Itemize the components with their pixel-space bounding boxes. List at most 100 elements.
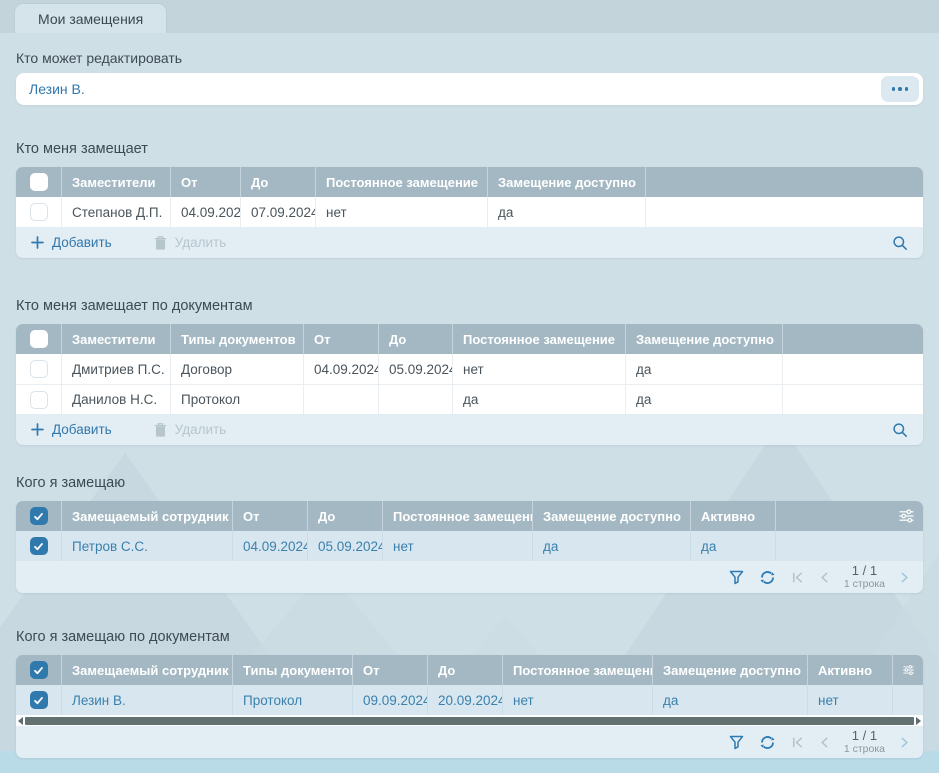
table-cell: 04.09.2024 (170, 197, 240, 227)
column-header[interactable]: Замещение доступно (652, 655, 807, 685)
table-row[interactable]: Данилов Н.С.Протоколдада (16, 384, 923, 414)
column-header[interactable]: Замещаемый сотрудник (61, 655, 232, 685)
column-header[interactable]: Постоянное замещение (452, 324, 625, 354)
column-header[interactable]: Заместители (61, 324, 170, 354)
table-cell: да (625, 354, 782, 384)
filter-button[interactable] (729, 735, 744, 750)
column-header[interactable]: Активно (807, 655, 892, 685)
table-header: Замещаемый сотрудникОт До Постоянное замещ… (16, 501, 923, 531)
search-button[interactable] (892, 235, 908, 251)
row-checkbox[interactable] (30, 360, 48, 378)
scroll-left-icon[interactable] (18, 717, 23, 725)
page-indicator: 1 / 1 (844, 564, 885, 577)
column-header[interactable]: Заместители (61, 167, 170, 197)
table-cell: Договор (170, 354, 303, 384)
table-cell: 20.09.2024 (427, 685, 502, 715)
column-header[interactable]: От (170, 167, 240, 197)
filter-icon (729, 735, 744, 750)
first-page-button[interactable] (791, 571, 804, 584)
next-page-button[interactable] (900, 736, 910, 749)
refresh-button[interactable] (759, 569, 776, 586)
column-settings-icon[interactable] (899, 509, 914, 523)
row-filler-cell (782, 385, 923, 414)
select-all-checkbox[interactable] (30, 173, 48, 191)
scrollbar-thumb[interactable] (25, 717, 914, 725)
table-row[interactable]: Степанов Д.П.04.09.202407.09.2024нетда (16, 197, 923, 227)
prev-page-icon (819, 736, 829, 749)
table-cell: да (452, 385, 625, 414)
table-footer: 1 / 1 1 строка (16, 561, 923, 593)
column-header-label: Заместители (72, 175, 155, 190)
table-footer: Добавить Удалить (16, 414, 923, 445)
table-header: ЗаместителиТипы документовОтДоПостоянное… (16, 324, 923, 354)
table-header: Замещаемый сотрудник Типы документовОтДоП… (16, 655, 923, 685)
checkmark-icon (33, 541, 44, 552)
table-row[interactable]: Петров С.С.04.09.202405.09.2024нетдада (16, 531, 923, 561)
column-header[interactable]: От (352, 655, 427, 685)
column-header[interactable]: Типы документов (232, 655, 352, 685)
row-checkbox-cell (16, 385, 61, 414)
column-header[interactable]: Замещение доступно (625, 324, 782, 354)
column-header[interactable]: Замещение доступно (487, 167, 645, 197)
header-filler-cell (782, 324, 923, 354)
select-all-checkbox-cell (16, 655, 61, 685)
first-page-button[interactable] (791, 736, 804, 749)
table-cell: Дмитриев П.С. (61, 354, 170, 384)
delete-button[interactable]: Удалить (154, 422, 227, 437)
table-row[interactable]: Лезин В.Протокол09.09.202420.09.2024нетд… (16, 685, 923, 715)
checkmark-icon (33, 511, 44, 522)
column-header[interactable]: Постоянное замещение (382, 501, 532, 531)
column-header[interactable]: Активно (690, 501, 775, 531)
row-checkbox[interactable] (30, 691, 48, 709)
table-cell: нет (315, 197, 487, 227)
column-header[interactable]: До (240, 167, 315, 197)
ellipsis-button[interactable] (881, 76, 919, 102)
table-whom-i-replace-by-documents: Замещаемый сотрудник Типы документовОтДоП… (16, 655, 923, 758)
column-header[interactable]: Постоянное замещение (315, 167, 487, 197)
column-header-label: До (318, 509, 335, 524)
table-cell: Данилов Н.С. (61, 385, 170, 414)
column-header[interactable]: Замещаемый сотрудник (61, 501, 232, 531)
add-button[interactable]: Добавить (31, 422, 112, 437)
delete-button[interactable]: Удалить (154, 235, 227, 250)
scroll-right-icon[interactable] (916, 717, 921, 725)
column-header[interactable]: Типы документов (170, 324, 303, 354)
editor-field-label: Кто может редактировать (16, 50, 923, 66)
column-header-label: До (251, 175, 268, 190)
column-header[interactable]: До (427, 655, 502, 685)
page-info: 1 / 1 1 строка (844, 729, 885, 755)
table-cell (378, 385, 452, 414)
table-cell: 04.09.2024 (232, 531, 307, 561)
column-header[interactable]: От (232, 501, 307, 531)
add-button[interactable]: Добавить (31, 235, 112, 250)
section-title-who-replaces-me-by-docs: Кто меня замещает по документам (16, 298, 923, 315)
table-cell: 07.09.2024 (240, 197, 315, 227)
column-header[interactable]: До (378, 324, 452, 354)
row-checkbox-cell (16, 197, 61, 227)
column-header[interactable]: Замещение доступно (532, 501, 690, 531)
table-row[interactable]: Дмитриев П.С.Договор04.09.202405.09.2024… (16, 354, 923, 384)
page-info: 1 / 1 1 строка (844, 564, 885, 590)
prev-page-button[interactable] (819, 571, 829, 584)
next-page-button[interactable] (900, 571, 910, 584)
column-header[interactable]: Постоянное замещение (502, 655, 652, 685)
prev-page-button[interactable] (819, 736, 829, 749)
editor-input[interactable]: Лезин В. (16, 73, 923, 105)
section-title-who-replaces-me: Кто меня замещает (16, 141, 923, 158)
row-checkbox[interactable] (30, 203, 48, 221)
horizontal-scrollbar[interactable] (16, 715, 923, 726)
search-button[interactable] (892, 422, 908, 438)
select-all-checkbox[interactable] (30, 507, 48, 525)
column-header[interactable]: От (303, 324, 378, 354)
row-checkbox[interactable] (30, 537, 48, 555)
row-checkbox[interactable] (30, 391, 48, 409)
column-header-label: Замещаемый сотрудник (72, 663, 228, 678)
refresh-button[interactable] (759, 734, 776, 751)
column-header[interactable]: До (307, 501, 382, 531)
table-cell: Протокол (170, 385, 303, 414)
column-settings-icon[interactable] (903, 663, 914, 677)
filter-button[interactable] (729, 570, 744, 585)
tab-my-substitutions[interactable]: Мои замещения (14, 3, 167, 33)
select-all-checkbox[interactable] (30, 330, 48, 348)
select-all-checkbox[interactable] (30, 661, 48, 679)
